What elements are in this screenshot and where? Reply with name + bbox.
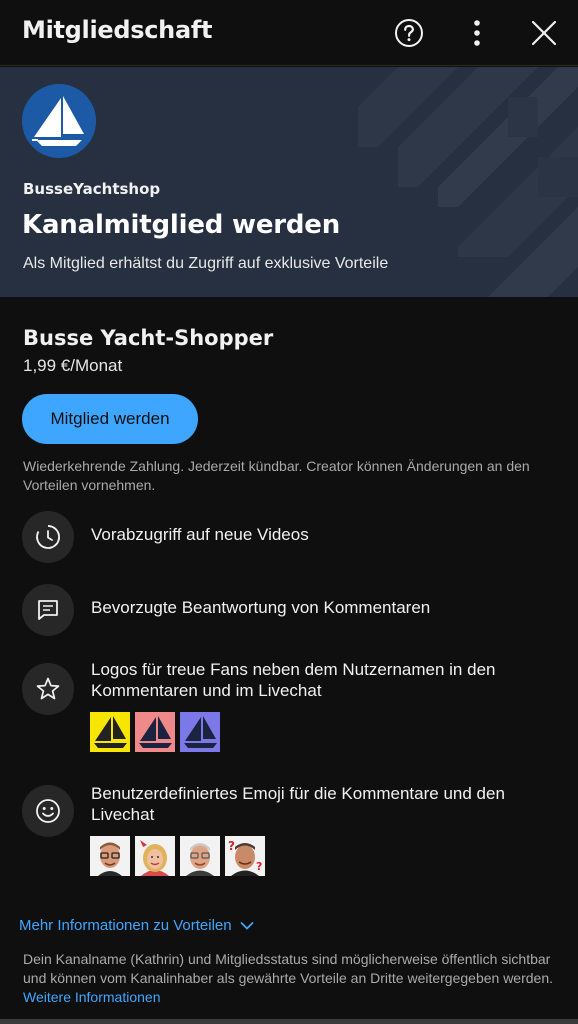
badge-purple-sailboat [180,712,220,752]
smiley-icon [36,799,60,823]
svg-text:?: ? [256,860,262,873]
hero-headline: Kanalmitglied werden [22,210,341,240]
hero-subtitle: Als Mitglied erhältst du Zugriff auf exk… [23,255,389,272]
perk-loyalty-badges: Logos für treue Fans neben dem Nutzernam… [91,660,496,700]
tier-price: 1,99 €/Monat [23,356,123,375]
badge-pink-sailboat [135,712,175,752]
join-button[interactable]: Mitglied werden [22,394,198,444]
comment-icon [38,600,58,620]
page-title: Mitgliedschaft [22,16,213,44]
emoji-woman-blonde [135,836,175,876]
close-button[interactable] [524,13,564,53]
star-icon [36,677,60,700]
perk-comment-icon-circle [22,584,74,636]
banner-pattern [358,67,578,297]
more-info-label: Mehr Informationen zu Vorteilen [19,917,232,934]
chevron-down-icon [240,921,254,930]
close-icon [531,20,557,46]
learn-more-link[interactable]: Weitere Informationen [23,989,160,1005]
help-button[interactable] [389,13,429,53]
help-circle-icon [395,19,423,47]
badge-yellow-sailboat [90,712,130,752]
channel-name: BusseYachtshop [23,180,161,198]
tier-name: Busse Yacht-Shopper [23,326,274,350]
sailboat-logo [22,84,96,158]
more-info-link[interactable]: Mehr Informationen zu Vorteilen [19,917,254,934]
early-access-clock-icon [36,525,60,549]
more-options-button[interactable] [457,13,497,53]
more-vert-icon [474,20,480,46]
privacy-note: Dein Kanalname (Kathrin) und Mitgliedsst… [23,950,563,1007]
perk-badge-icon-circle [22,663,74,715]
privacy-text: Dein Kanalname (Kathrin) und Mitgliedsst… [23,951,554,986]
payment-note: Wiederkehrende Zahlung. Jederzeit kündba… [23,458,530,493]
perk-custom-emoji: Benutzerdefiniertes Emoji für die Kommen… [91,784,505,824]
membership-hero-banner: BusseYachtshop Kanalmitglied werden Als … [0,67,578,297]
emoji-man-question: ? ? [225,836,265,876]
perk-emoji-icon-circle [22,785,74,837]
perk-comment-priority: Bevorzugte Beantwortung von Kommentaren [91,598,431,617]
perk-early-access-icon-circle [22,511,74,563]
svg-text:?: ? [228,839,235,853]
bottom-divider [0,1019,578,1024]
emoji-man-grey [180,836,220,876]
emoji-man-glasses [90,836,130,876]
top-app-bar: Mitgliedschaft [0,0,578,66]
perk-early-access: Vorabzugriff auf neue Videos [91,525,309,544]
channel-avatar[interactable] [22,84,96,158]
